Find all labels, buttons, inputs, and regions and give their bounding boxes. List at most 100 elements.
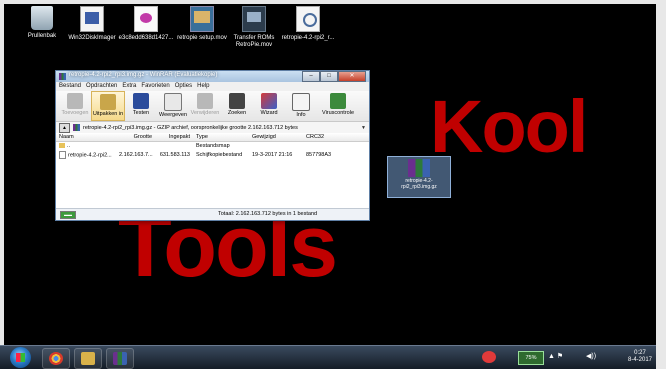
desktop-icon-label: retropie-4.2-rpi2_r... [281,35,335,41]
toolbar-virus-scan-button[interactable]: Viruscontrole [317,91,359,121]
folder-icon [59,143,65,149]
cell-name: .. [67,143,71,149]
toolbar-delete-button[interactable]: Verwijderen [189,91,221,121]
find-icon [229,93,245,109]
taskbar-chrome-button[interactable] [42,348,70,369]
toolbar-label: Weergeven [158,112,188,118]
toolbar-extract-button[interactable]: Uitpakken in [91,91,125,121]
winrar-icon [59,73,66,80]
toolbar-label: Zoeken [227,110,247,116]
antivirus-icon[interactable] [482,351,496,363]
toolbar-find-button[interactable]: Zoeken [221,91,253,121]
path-text[interactable]: retropie-4.2-rpi2_rpi3.img.gz - GZIP arc… [83,125,358,131]
menu-opdrachten[interactable]: Opdrachten [86,82,117,91]
cell-type: Schijfkopiebestand [196,152,243,158]
clock[interactable]: 0:27 8-4-2017 [624,350,656,364]
taskbar-winrar-button[interactable] [106,348,134,369]
cell-type: Bestandsmap [196,143,230,149]
cell-size [119,142,156,151]
file-list[interactable]: Naam Grootte Ingepakt Type Gewijzigd CRC… [56,133,369,208]
toolbar: Toevoegen Uitpakken in Testen Weergeven … [56,91,369,122]
view-icon [164,93,182,111]
desktop-icon-document[interactable]: e3c8edd638d1427... [114,6,178,42]
toolbar-info-button[interactable]: Info [285,91,317,121]
column-header-name[interactable]: Naam [56,133,119,141]
maximize-button[interactable]: □ [320,71,338,82]
up-folder-button[interactable]: ▲ [59,122,70,133]
cell-size: 2.162.163.7... [119,152,153,158]
minimize-button[interactable]: – [302,71,320,82]
status-bar: ▬▬ Totaal: 2.162.163.712 bytes in 1 best… [56,208,369,220]
screen-border-top [0,0,666,4]
network-icon[interactable]: ▲ ⚑ [548,352,563,360]
column-header-packed[interactable]: Ingepakt [156,133,194,141]
toolbar-label: Wizard [260,110,278,116]
menu-bestand[interactable]: Bestand [59,82,81,91]
movie-icon [242,6,266,32]
menu-help[interactable]: Help [197,82,209,91]
menu-extra[interactable]: Extra [122,82,136,91]
window-titlebar[interactable]: retropie-4.2-rpi2_rpi3.img.gz - WinRAR (… [56,71,369,82]
zip-file-icon [296,6,320,32]
volume-icon[interactable]: ◀)) [586,352,596,360]
info-icon [292,93,310,111]
test-icon [133,93,149,109]
column-header-modified[interactable]: Gewijzigd [252,133,298,141]
cell-crc [298,142,346,151]
clock-date: 8-4-2017 [627,357,653,363]
toolbar-add-button[interactable]: Toevoegen [59,91,91,121]
desktop-icon-retropie-zip[interactable]: retropie-4.2-rpi2_r... [276,6,340,42]
desktop-icon-selected-archive[interactable]: retropie-4.2-rpi2_rpi3.img.gz [387,156,451,198]
recycle-bin-icon [31,6,53,30]
table-row[interactable]: retropie-4.2-rpi2... 2.162.163.7... 631.… [56,151,369,160]
desktop-icon-label: retropie-4.2-rpi2_rpi3.img.gz [401,178,437,190]
toolbar-label: Viruscontrole [322,110,354,116]
archive-icon [73,124,80,131]
column-header-crc32[interactable]: CRC32 [298,133,346,141]
menu-favorieten[interactable]: Favorieten [141,82,169,91]
toolbar-label: Uitpakken in [92,111,124,117]
screen-border-left [0,0,4,369]
wallpaper-text-kool: Kool [430,85,588,168]
winrar-window[interactable]: retropie-4.2-rpi2_rpi3.img.gz - WinRAR (… [55,70,370,221]
toolbar-label: Info [296,112,306,118]
toolbar-label: Verwijderen [190,110,220,116]
disk-imager-icon [80,6,104,32]
status-total: Totaal: 2.162.163.712 bytes in 1 bestand [218,211,318,217]
winrar-archive-icon [408,159,430,177]
file-list-header: Naam Grootte Ingepakt Type Gewijzigd CRC… [56,133,369,142]
toolbar-wizard-button[interactable]: Wizard [253,91,285,121]
wizard-icon [261,93,277,109]
file-icon [59,151,66,159]
start-button[interactable] [10,347,31,368]
battery-indicator[interactable]: 75% [518,351,544,365]
cell-packed: 631.583.113 [159,152,190,158]
menu-opties[interactable]: Opties [175,82,192,91]
movie-icon [190,6,214,32]
close-button[interactable]: ✕ [338,71,366,82]
add-icon [67,93,83,109]
column-header-size[interactable]: Grootte [119,133,156,141]
menu-bar: Bestand Opdrachten Extra Favorieten Opti… [56,82,369,91]
clock-time: 0:27 [634,350,646,356]
folder-icon [81,352,95,365]
taskbar-explorer-button[interactable] [74,348,102,369]
cell-modified: 19-3-2017 21:16 [252,152,293,158]
extract-icon [100,94,116,110]
desktop-icon-label: e3c8edd638d1427... [118,35,174,41]
drive-icon[interactable]: ▬▬ [60,211,76,219]
winrar-icon [113,352,127,365]
document-icon [134,6,158,32]
toolbar-label: Toevoegen [61,110,89,116]
screen-border-right [656,0,666,369]
toolbar-test-button[interactable]: Testen [125,91,157,121]
column-header-type[interactable]: Type [194,133,252,141]
system-tray: 75% ▲ ⚑ ◀)) 0:27 8-4-2017 [478,348,656,367]
chevron-down-icon[interactable]: ▼ [361,125,369,131]
window-title: retropie-4.2-rpi2_rpi3.img.gz - WinRAR (… [69,72,218,78]
toolbar-view-button[interactable]: Weergeven [157,91,189,121]
table-row[interactable]: .. Bestandsmap [56,142,369,151]
chrome-icon [49,352,63,365]
virus-scan-icon [330,93,346,109]
cell-modified [252,142,298,151]
